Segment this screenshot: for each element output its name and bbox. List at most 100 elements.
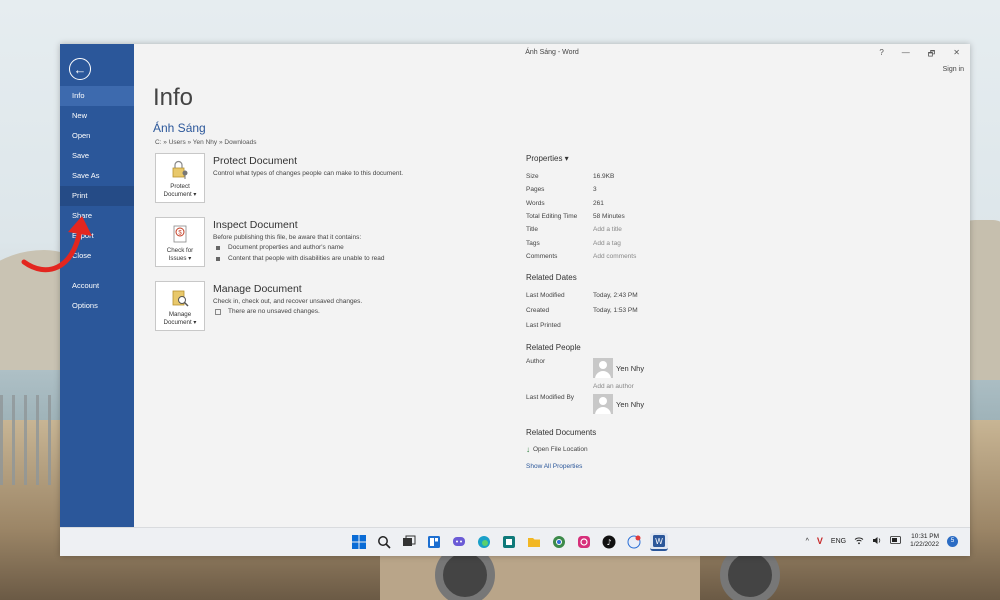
related-dates-header: Related Dates (526, 273, 577, 283)
tiktok-icon[interactable]: ♪ (600, 533, 618, 551)
author-person[interactable]: Yen Nhy (593, 358, 644, 379)
chevron-up-icon[interactable]: ^ (806, 538, 809, 545)
property-row: Last Modified Today, 2:43 PM (526, 292, 638, 300)
sidebar-item-info[interactable]: Info (60, 86, 134, 106)
restore-button[interactable]: 🗗 (928, 48, 936, 62)
manage-button-label-2: Document ▾ (163, 318, 197, 326)
show-all-properties-link[interactable]: Show All Properties (526, 463, 582, 470)
word-window: ← Info New Open Save Save As Print Share… (60, 44, 970, 556)
property-row: Comments Add comments (526, 252, 637, 260)
protect-title: Protect Document (213, 155, 298, 167)
protect-button-label-1: Protect (170, 183, 190, 191)
back-arrow-icon: ← (73, 61, 87, 77)
properties-header[interactable]: Properties ▾ (526, 154, 726, 163)
lock-key-icon (170, 160, 190, 180)
store-icon[interactable] (500, 533, 518, 551)
language-indicator[interactable]: ENG (831, 538, 846, 545)
page-title: Info (153, 84, 194, 111)
task-view-icon[interactable] (400, 533, 418, 551)
manage-document-button[interactable]: Manage Document ▾ (155, 281, 205, 331)
protect-document-button[interactable]: Protect Document ▾ (155, 153, 205, 203)
background-fence (0, 395, 60, 485)
annotation-arrow-icon (21, 216, 92, 273)
sidebar-item-new[interactable]: New (60, 106, 134, 126)
protect-button-label-2: Document ▾ (163, 190, 197, 198)
inspect-title: Inspect Document (213, 219, 298, 231)
notification-badge[interactable]: 5 (947, 535, 958, 547)
back-button[interactable]: ← (69, 58, 91, 80)
taskbar: ♪ W ^ V ENG 10:31 PM 1/22/2022 5 (60, 527, 970, 556)
author-row: Author Yen Nhy (526, 358, 726, 380)
property-row: Created Today, 1:53 PM (526, 307, 638, 315)
last-modified-by-row: Last Modified By Yen Nhy (526, 394, 726, 416)
sidebar-item-open[interactable]: Open (60, 126, 134, 146)
document-path[interactable]: C: » Users » Yen Nhy » Downloads (155, 139, 257, 146)
add-author-link[interactable]: Add an author (593, 383, 634, 390)
last-modified-person[interactable]: Yen Nhy (593, 394, 644, 415)
zalo-icon[interactable] (625, 533, 643, 551)
manage-title: Manage Document (213, 283, 302, 295)
inspect-button-label-2: Issues ▾ (168, 254, 192, 262)
manage-description: Check in, check out, and recover unsaved… (213, 298, 363, 305)
widgets-icon[interactable] (425, 533, 443, 551)
property-row: Words 261 (526, 199, 604, 207)
edge-browser-icon[interactable] (475, 533, 493, 551)
clock[interactable]: 10:31 PM 1/22/2022 (910, 533, 939, 550)
property-row: Size 16.9KB (526, 173, 615, 181)
property-row: Tags Add a tag (526, 239, 621, 247)
tags-field[interactable]: Add a tag (593, 240, 621, 247)
related-documents-header: Related Documents (526, 428, 597, 438)
inspect-list: Document properties and author's name Co… (213, 244, 384, 266)
list-item: Content that people with disabilities ar… (213, 255, 384, 262)
sidebar-item-options[interactable]: Options (60, 296, 134, 316)
help-button[interactable]: ? (879, 48, 883, 62)
show-all-row: Show All Properties (526, 459, 726, 472)
protect-description: Control what types of changes people can… (213, 170, 404, 177)
chat-icon[interactable] (450, 533, 468, 551)
windows-start-icon[interactable] (350, 533, 368, 551)
search-icon[interactable] (375, 533, 393, 551)
property-row: Pages 3 (526, 186, 597, 194)
comments-field[interactable]: Add comments (593, 253, 636, 260)
manage-section: Manage Document ▾ Manage Document Check … (155, 281, 495, 333)
open-file-location-link[interactable]: Open File Location (533, 446, 588, 453)
property-row: Total Editing Time 58 Minutes (526, 213, 625, 221)
wifi-icon[interactable] (854, 536, 864, 547)
word-icon[interactable]: W (650, 533, 668, 551)
info-page: Info Ánh Sáng C: » Users » Yen Nhy » Dow… (134, 64, 970, 528)
document-search-icon (170, 288, 190, 308)
download-arrow-icon: ↓ (526, 445, 530, 455)
document-name: Ánh Sáng (153, 121, 206, 135)
inspect-section: $ Check for Issues ▾ Inspect Document Be… (155, 217, 495, 269)
instagram-icon[interactable] (575, 533, 593, 551)
volume-icon[interactable] (872, 536, 882, 547)
manage-list: There are no unsaved changes. (213, 308, 320, 319)
title-bar: Ánh Sáng - Word ? — 🗗 ✕ Sign in (134, 44, 970, 73)
close-button[interactable]: ✕ (953, 48, 960, 62)
window-title: Ánh Sáng - Word (525, 49, 579, 56)
property-row: Last Printed (526, 322, 561, 330)
taskbar-apps: ♪ W (350, 533, 668, 551)
check-for-issues-button[interactable]: $ Check for Issues ▾ (155, 217, 205, 267)
sidebar-item-save[interactable]: Save (60, 146, 134, 166)
inspect-button-label-1: Check for (166, 247, 194, 255)
window-controls: ? — 🗗 ✕ (879, 48, 960, 62)
avatar (593, 358, 613, 379)
manage-button-label-1: Manage (168, 311, 192, 319)
document-check-icon: $ (170, 224, 190, 244)
backstage-sidebar: ← Info New Open Save Save As Print Share… (60, 44, 134, 528)
battery-icon[interactable] (890, 536, 902, 546)
minimize-button[interactable]: — (902, 48, 910, 62)
chrome-icon[interactable] (550, 533, 568, 551)
title-field[interactable]: Add a title (593, 226, 622, 233)
svg-text:W: W (655, 537, 663, 546)
inspect-description: Before publishing this file, be aware th… (213, 234, 362, 241)
system-tray: ^ V ENG 10:31 PM 1/22/2022 5 (806, 533, 958, 550)
sidebar-item-save-as[interactable]: Save As (60, 166, 134, 186)
file-explorer-icon[interactable] (525, 533, 543, 551)
add-author-row: Add an author (526, 380, 726, 392)
property-row: Title Add a title (526, 226, 622, 234)
list-item: Document properties and author's name (213, 244, 384, 251)
clock-date: 1/22/2022 (910, 541, 939, 549)
unikey-icon[interactable]: V (817, 536, 823, 546)
